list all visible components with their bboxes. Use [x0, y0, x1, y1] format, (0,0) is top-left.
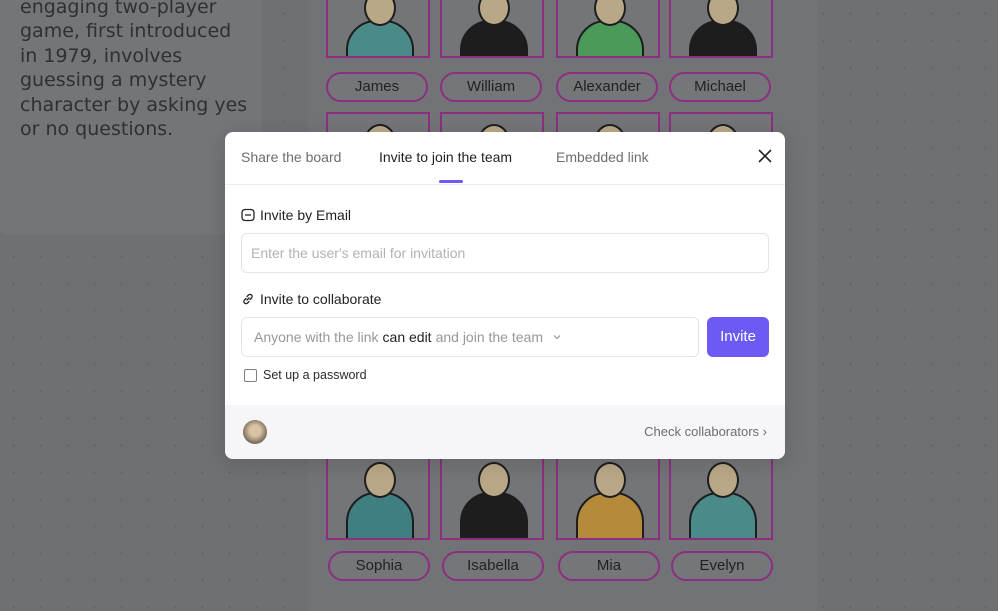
character-name[interactable]: Sophia [328, 551, 430, 581]
character-name[interactable]: Evelyn [671, 551, 773, 581]
character-name[interactable]: Michael [669, 72, 771, 102]
link-prefix: Anyone with the link [254, 329, 379, 345]
character-card[interactable] [669, 0, 773, 58]
info-card: engaging two-player game, first introduc… [0, 0, 262, 235]
character-card[interactable] [326, 0, 430, 58]
check-collaborators-text: Check collaborators [644, 424, 760, 439]
tab-embedded-link[interactable]: Embedded link [556, 149, 649, 165]
character-illustration [346, 492, 414, 538]
character-head [478, 462, 510, 498]
character-name[interactable]: Isabella [442, 551, 544, 581]
password-checkbox-label: Set up a password [263, 368, 367, 382]
avatar[interactable] [243, 420, 267, 444]
invite-to-collaborate-label: Invite to collaborate [241, 291, 381, 307]
link-permission-select[interactable]: Anyone with the link can edit and join the… [241, 317, 699, 357]
check-collaborators-link[interactable]: Check collaborators › [644, 424, 767, 439]
close-icon[interactable] [757, 148, 773, 164]
character-head [364, 462, 396, 498]
checkbox-box[interactable] [244, 368, 257, 382]
character-illustration [460, 492, 528, 538]
share-modal: Share the board Invite to join the team … [225, 132, 785, 459]
tab-share-the-board[interactable]: Share the board [241, 149, 341, 165]
character-head [707, 462, 739, 498]
modal-tabs: Share the board Invite to join the team … [225, 132, 785, 185]
character-name[interactable]: James [326, 72, 428, 102]
character-card[interactable] [556, 0, 660, 58]
link-icon [243, 293, 253, 305]
invite-to-collaborate-text: Invite to collaborate [260, 291, 382, 307]
email-input[interactable]: Enter the user's email for invitation [241, 233, 769, 273]
character-name[interactable]: William [440, 72, 542, 102]
character-illustration [576, 492, 644, 538]
chevron-down-icon [553, 335, 561, 340]
chevron-right-icon: › [762, 424, 767, 439]
mail-icon [241, 208, 255, 222]
invite-by-email-label: Invite by Email [241, 207, 351, 223]
link-suffix: and join the team [435, 329, 543, 345]
invite-button[interactable]: Invite [707, 317, 769, 357]
character-head [594, 462, 626, 498]
permission-value[interactable]: can edit [383, 329, 432, 345]
character-name[interactable]: Alexander [556, 72, 658, 102]
tab-invite-to-join-the-team[interactable]: Invite to join the team [379, 149, 512, 183]
password-checkbox[interactable]: Set up a password [244, 368, 367, 382]
character-illustration [689, 492, 757, 538]
info-card-text: engaging two-player game, first introduc… [20, 0, 248, 141]
modal-footer: Check collaborators › [225, 405, 785, 459]
character-name[interactable]: Mia [558, 551, 660, 581]
character-card[interactable] [440, 0, 544, 58]
invite-by-email-text: Invite by Email [260, 207, 352, 223]
